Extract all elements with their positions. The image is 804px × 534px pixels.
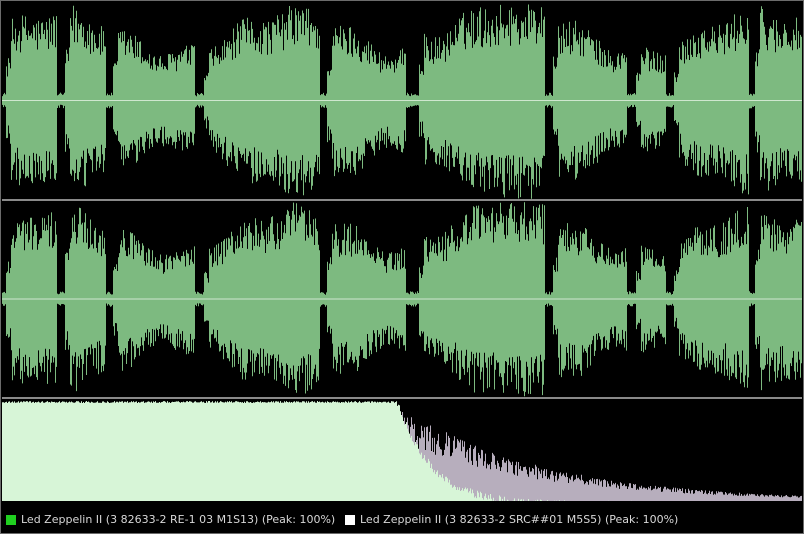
waveform-trace [2, 202, 802, 397]
spectrum-series-b [397, 408, 802, 501]
waveform-channel-right[interactable] [2, 201, 802, 397]
waveform-left-svg [2, 4, 802, 199]
legend-label: Led Zeppelin II (3 82633-2 SRC##01 M5S5)… [360, 513, 679, 526]
legend-swatch-green [6, 515, 16, 525]
legend-item: Led Zeppelin II (3 82633-2 SRC##01 M5S5)… [345, 510, 678, 530]
legend-bar: Led Zeppelin II (3 82633-2 RE-1 03 M1S13… [2, 510, 802, 530]
audio-comparison-window: Led Zeppelin II (3 82633-2 RE-1 03 M1S13… [0, 0, 804, 534]
spectrum-panel[interactable] [2, 399, 802, 501]
legend-item: Led Zeppelin II (3 82633-2 RE-1 03 M1S13… [6, 510, 335, 530]
legend-label: Led Zeppelin II (3 82633-2 RE-1 03 M1S13… [21, 513, 336, 526]
spectrum-svg [2, 401, 802, 501]
waveform-channel-left[interactable] [2, 2, 802, 199]
waveform-body [2, 4, 802, 199]
waveform-trace [2, 4, 802, 199]
legend-swatch-white [345, 515, 355, 525]
waveform-right-svg [2, 202, 802, 397]
